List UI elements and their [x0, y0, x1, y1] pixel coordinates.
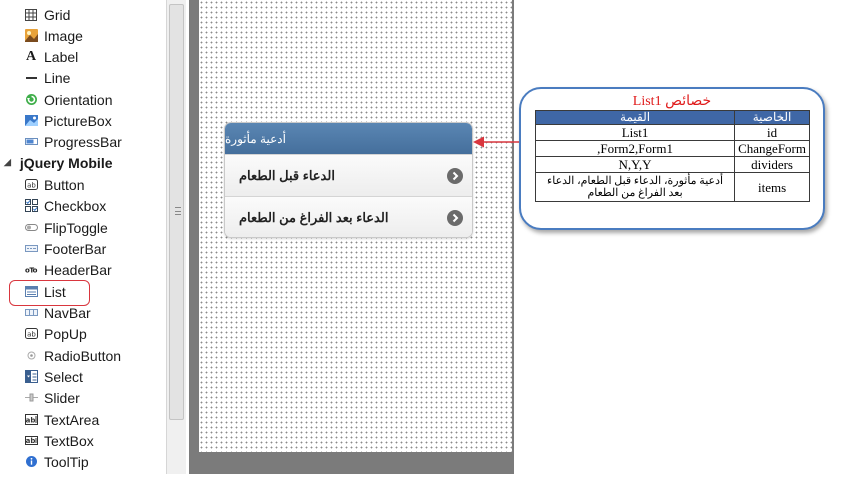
cell-value: N,Y,Y [534, 156, 736, 173]
image-icon [24, 29, 38, 43]
picturebox-icon [24, 114, 38, 128]
fliptoggle-icon [24, 221, 38, 235]
cell-property: ChangeForm [734, 140, 810, 157]
toolbox-item-checkbox[interactable]: Checkbox [24, 195, 106, 216]
properties-table: القيمة الخاصية List1 id ,Form2,Form1 Cha… [534, 110, 810, 202]
toolbox-item-label-text: Label [44, 48, 79, 65]
popup-icon: ab [24, 327, 38, 341]
toolbox-item-label: PopUp [44, 325, 87, 342]
toolbox-item-label: TextArea [44, 411, 100, 428]
cell-value: ,Form2,Form1 [534, 140, 736, 157]
list-item[interactable]: الدعاء بعد الفراغ من الطعام [225, 196, 472, 237]
toolbox-item-label: ToolTip [44, 453, 89, 470]
cell-property: id [734, 124, 810, 141]
svg-text:ab: ab [27, 331, 36, 339]
cell-property: items [734, 172, 810, 202]
toolbox-item-label: Orientation [44, 91, 113, 108]
chevron-right-icon [447, 210, 463, 226]
table-row: ,Form2,Form1 ChangeForm [534, 140, 810, 157]
footerbar-icon [24, 242, 38, 256]
toolbox-item-textbox[interactable]: ab TextBox [24, 430, 94, 451]
toolbox-item-line[interactable]: Line [24, 67, 70, 88]
toolbox-scrollbar[interactable] [166, 0, 186, 474]
cell-property: dividers [734, 156, 810, 173]
navbar-icon [24, 306, 38, 320]
toolbox-item-label[interactable]: A Label [24, 46, 78, 67]
toolbox-item-progressbar[interactable]: ProgressBar [24, 131, 122, 152]
toolbox-item-label: Line [44, 69, 71, 86]
toolbox-item-slider[interactable]: Slider [24, 387, 80, 408]
textbox-icon: ab [24, 434, 38, 448]
progressbar-icon [24, 135, 38, 149]
list-item-text: الدعاء بعد الفراغ من الطعام [239, 209, 389, 225]
toolbox-category-jquery-mobile[interactable]: ◢ jQuery Mobile [4, 152, 113, 173]
scrollbar-thumb[interactable] [169, 4, 184, 420]
toolbox-item-label: PictureBox [44, 112, 112, 129]
svg-text:ab: ab [25, 417, 35, 425]
toolbox-item-label: Slider [44, 389, 80, 406]
toolbox-item-label: Image [44, 27, 83, 44]
category-label: jQuery Mobile [19, 154, 113, 171]
toolbox-item-image[interactable]: Image [24, 25, 83, 46]
properties-callout: خصائص List1 القيمة الخاصية List1 id ,For… [519, 87, 825, 230]
table-row: أدعية مأثورة، الدعاء قبل الطعام، الدعاء … [534, 172, 810, 202]
checkbox-icon [24, 199, 38, 213]
header-value: القيمة [534, 110, 736, 125]
toolbox-item-label: FlipToggle [44, 219, 108, 236]
button-icon: ab [24, 178, 38, 192]
toolbox-item-label: NavBar [44, 304, 91, 321]
toolbox-item-label: Grid [44, 6, 71, 23]
list-divider: أدعية مأثورة [225, 123, 472, 154]
toolbox-item-headerbar[interactable]: oTo HeaderBar [24, 259, 112, 280]
header-property: الخاصية [734, 110, 810, 125]
table-header-row: القيمة الخاصية [534, 110, 810, 125]
scroll-grip-icon [175, 207, 181, 215]
toolbox-item-footerbar[interactable]: FooterBar [24, 238, 106, 259]
svg-text:ab: ab [25, 437, 35, 445]
toolbox-item-picturebox[interactable]: PictureBox [24, 110, 112, 131]
toolbox-item-label: RadioButton [44, 347, 122, 364]
cell-value: List1 [534, 124, 736, 141]
toolbox-item-popup[interactable]: ab PopUp [24, 323, 87, 344]
select-icon [24, 370, 38, 384]
list-item-highlight [9, 280, 90, 306]
toolbox-item-tooltip[interactable]: ToolTip [24, 451, 89, 472]
toolbox-item-button[interactable]: ab Button [24, 174, 84, 195]
toolbox-item-fliptoggle[interactable]: FlipToggle [24, 217, 108, 238]
radiobutton-icon [24, 349, 38, 363]
label-icon: A [25, 48, 37, 64]
table-row: List1 id [534, 124, 810, 141]
list-item[interactable]: الدعاء قبل الطعام [225, 154, 472, 196]
toolbox-item-radiobutton[interactable]: RadioButton [24, 345, 121, 366]
svg-text:oTo: oTo [25, 267, 38, 275]
mobile-list-widget[interactable]: أدعية مأثورة الدعاء قبل الطعام الدعاء بع… [224, 122, 473, 238]
toolbox-item-label: ProgressBar [44, 133, 122, 150]
toolbox-panel: Grid Image A Label Line Orientation Pictu… [0, 0, 166, 482]
chevron-right-icon [447, 168, 463, 184]
headerbar-icon: oTo [24, 263, 38, 277]
table-row: N,Y,Y dividers [534, 156, 810, 173]
toolbox-item-label: HeaderBar [44, 261, 112, 278]
list-item-text: الدعاء قبل الطعام [239, 167, 335, 183]
textarea-icon: ab [24, 413, 38, 427]
tooltip-icon [24, 455, 38, 469]
pointer-arrow-icon [473, 136, 519, 148]
slider-icon [24, 391, 38, 405]
toolbox-item-label: Select [44, 368, 83, 385]
toolbox-item-select[interactable]: Select [24, 366, 83, 387]
toolbox-item-label: TextBox [44, 432, 94, 449]
toolbox-item-label: Button [44, 176, 85, 193]
cell-value: أدعية مأثورة، الدعاء قبل الطعام، الدعاء … [534, 172, 736, 202]
grid-icon [24, 8, 38, 22]
toolbox-item-orientation[interactable]: Orientation [24, 89, 112, 110]
orientation-icon [24, 93, 38, 107]
svg-text:ab: ab [27, 182, 36, 190]
properties-title: خصائص List1 [632, 94, 712, 109]
line-icon [24, 71, 38, 85]
toolbox-item-label: FooterBar [44, 240, 107, 257]
expand-arrow-icon: ◢ [4, 157, 11, 167]
toolbox-item-grid[interactable]: Grid [24, 4, 70, 25]
toolbox-item-textarea[interactable]: ab TextArea [24, 409, 99, 430]
toolbox-item-label: Checkbox [44, 197, 107, 214]
